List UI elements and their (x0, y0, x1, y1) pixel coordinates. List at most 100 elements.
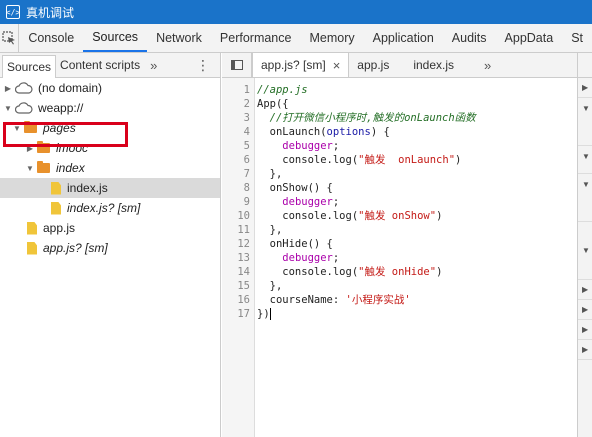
tab-audits[interactable]: Audits (443, 24, 496, 52)
editor-tab-app-js-sm[interactable]: app.js? [sm] × (252, 53, 350, 77)
line-number: 16 (237, 294, 250, 306)
code-line-11: }, (257, 224, 283, 236)
line-number: 4 (243, 126, 250, 138)
line-number: 5 (243, 140, 250, 152)
tab-console[interactable]: Console (19, 24, 83, 52)
editor-tab-app-js[interactable]: app.js (349, 53, 397, 77)
code-line-17: }) (257, 308, 271, 320)
code-line-16: courseName: '小程序实战' (257, 294, 411, 306)
editor-tab-index-js[interactable]: index.js (397, 53, 462, 77)
file-tree: ▶ (no domain) ▼ weapp:// ▼ pages ▶ imooc… (0, 78, 220, 258)
navtab-content-scripts[interactable]: Content scripts (56, 53, 144, 77)
tree-item-no-domain[interactable]: ▶ (no domain) (0, 78, 220, 98)
editor-tab-label: app.js? [sm] (261, 58, 326, 72)
more-tabs-icon[interactable]: » (144, 53, 163, 77)
expand-triangle-icon[interactable]: ▶ (3, 84, 13, 93)
code-editor: app.js? [sm] × app.js index.js » 1 2 3 4… (222, 53, 577, 437)
sidebar-toggle-icon (230, 60, 243, 70)
line-number: 15 (237, 280, 250, 292)
tree-label: index.js (67, 181, 108, 195)
code-area[interactable]: 1 2 3 4 5 6 7 8 9 10 11 12 13 14 15 16 1… (222, 78, 577, 437)
line-number: 11 (237, 224, 250, 236)
more-tabs-icon[interactable]: » (462, 53, 503, 77)
code-lines: //app.js App({ //打开微信小程序时,触发的onLaunch函数 … (255, 78, 577, 437)
line-number-gutter: 1 2 3 4 5 6 7 8 9 10 11 12 13 14 15 16 1… (222, 78, 255, 437)
sidebar-section-collapse-icon[interactable]: ▼ (578, 146, 592, 174)
inspect-cursor-icon (2, 31, 16, 45)
tree-item-weapp[interactable]: ▼ weapp:// (0, 98, 220, 118)
line-number: 13 (237, 252, 250, 264)
line-number: 14 (237, 266, 250, 278)
tree-label: app.js? [sm] (43, 241, 108, 255)
line-number: 8 (243, 182, 250, 194)
text-cursor (269, 308, 271, 320)
tree-label: index.js? [sm] (67, 201, 141, 215)
tab-network[interactable]: Network (147, 24, 211, 52)
code-line-15: }, (257, 280, 283, 292)
tab-sources[interactable]: Sources (83, 24, 148, 52)
code-line-13: debugger; (282, 252, 340, 264)
devtools-panel-tabs: Console Sources Network Performance Memo… (0, 24, 592, 53)
tree-item-index-folder[interactable]: ▼ index (0, 158, 220, 178)
line-number: 2 (243, 98, 250, 110)
collapse-triangle-icon[interactable]: ▼ (25, 164, 35, 173)
folder-icon (37, 161, 50, 173)
file-icon (51, 181, 61, 195)
debugger-toolbar (578, 53, 592, 78)
tree-label: app.js (43, 221, 76, 235)
tree-label: weapp:// (38, 101, 84, 115)
code-brackets-icon: </> (6, 5, 20, 19)
file-icon (27, 221, 37, 235)
cloud-icon (15, 82, 33, 94)
code-line-6: console.log("触发 onLaunch") (257, 154, 462, 166)
window-title: 真机调试 (26, 5, 75, 20)
toggle-navigator-button[interactable] (222, 53, 252, 77)
code-line-10: console.log("触发 onShow") (257, 210, 443, 222)
tree-label: index (56, 161, 85, 175)
sidebar-section-collapse-icon[interactable]: ▼ (578, 174, 592, 222)
file-icon (27, 241, 37, 255)
tree-item-app-js[interactable]: app.js (0, 218, 220, 238)
code-line-4: onLaunch(options) { (257, 126, 390, 138)
code-line-7: }, (257, 168, 283, 180)
line-number: 12 (237, 238, 250, 250)
navigator-tabs: Sources Content scripts » ⋮ (0, 53, 220, 78)
navtab-sources[interactable]: Sources (2, 55, 57, 78)
code-line-5: debugger; (282, 140, 340, 152)
title-bar: </> 真机调试 (0, 0, 592, 24)
sidebar-section-collapse-icon[interactable]: ▼ (578, 222, 592, 280)
close-icon[interactable]: × (333, 58, 341, 73)
tab-application[interactable]: Application (364, 24, 443, 52)
line-number: 7 (243, 168, 250, 180)
sidebar-section-expand-icon[interactable]: ▶ (578, 340, 592, 360)
line-number: 17 (237, 308, 250, 320)
line-number: 1 (243, 84, 250, 96)
sidebar-section-collapse-icon[interactable]: ▼ (578, 98, 592, 146)
tree-item-index-js-sm[interactable]: index.js? [sm] (0, 198, 220, 218)
tree-item-app-js-sm[interactable]: app.js? [sm] (0, 238, 220, 258)
line-number: 9 (243, 196, 250, 208)
cloud-icon (15, 102, 33, 114)
tab-memory[interactable]: Memory (300, 24, 363, 52)
sidebar-section-expand-icon[interactable]: ▶ (578, 280, 592, 300)
sidebar-section-expand-icon[interactable]: ▶ (578, 300, 592, 320)
tab-storage-truncated[interactable]: St (562, 24, 592, 52)
tab-performance[interactable]: Performance (211, 24, 301, 52)
sidebar-section-expand-icon[interactable]: ▶ (578, 320, 592, 340)
tree-item-index-js[interactable]: index.js (0, 178, 220, 198)
inspect-element-button[interactable] (0, 24, 20, 52)
sidebar-section-expand-icon[interactable]: ▶ (578, 78, 592, 98)
tab-appdata[interactable]: AppData (496, 24, 563, 52)
code-line-2: App({ (257, 98, 289, 110)
code-line-12: onHide() { (257, 238, 333, 250)
annotation-highlight-box (3, 122, 128, 147)
kebab-menu-icon[interactable]: ⋮ (196, 53, 210, 78)
line-number: 10 (237, 210, 250, 222)
code-line-1: //app.js (257, 84, 308, 96)
line-number: 3 (243, 112, 250, 124)
collapse-triangle-icon[interactable]: ▼ (3, 104, 13, 113)
code-line-9: debugger; (282, 196, 340, 208)
tree-label: (no domain) (38, 81, 103, 95)
sources-navigator: Sources Content scripts » ⋮ ▶ (no domain… (0, 53, 221, 437)
file-icon (51, 201, 61, 215)
